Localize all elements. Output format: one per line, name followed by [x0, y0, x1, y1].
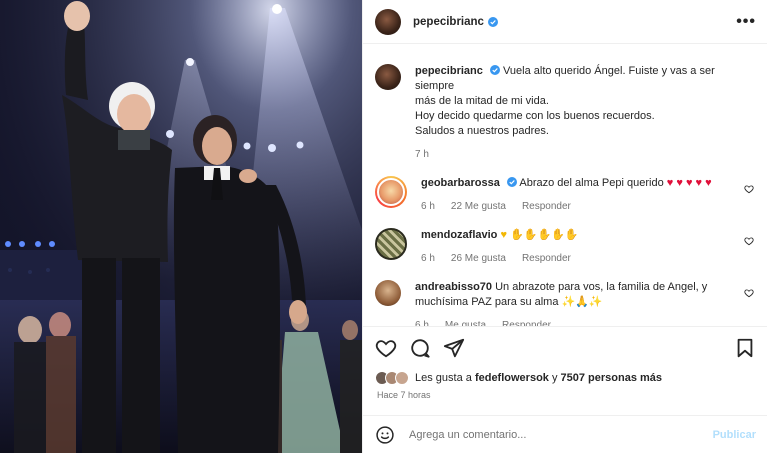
comment-body: andreabisso70 Un abrazote para vos, la f…: [415, 280, 755, 326]
verified-badge-icon: [487, 16, 498, 27]
commenter-avatar[interactable]: [375, 228, 407, 260]
bookmark-icon[interactable]: [734, 337, 756, 359]
verified-badge-icon: [506, 177, 517, 187]
comment-meta: 6 h Me gusta Responder: [415, 318, 755, 326]
comment-likes[interactable]: 22 Me gusta: [451, 199, 506, 214]
comment-likes[interactable]: Me gusta: [445, 318, 486, 326]
more-options-icon[interactable]: •••: [736, 13, 756, 31]
post-caption: pepecibrianc Vuela alto querido Ángel. F…: [375, 64, 756, 162]
comment-body: mendozaflavio ♥ ✋✋✋✋✋ 6 h 26 Me gusta Re…: [421, 228, 756, 266]
comment-item: andreabisso70 Un abrazote para vos, la f…: [375, 280, 756, 326]
comment-icon[interactable]: [409, 337, 431, 359]
publish-button[interactable]: Publicar: [713, 429, 756, 441]
comment-like-heart-icon[interactable]: [744, 236, 754, 246]
comment-time[interactable]: 6 h: [421, 199, 435, 214]
comment-item: geobarbarossa Abrazo del alma Pepi queri…: [375, 176, 756, 214]
post-timestamp[interactable]: Hace 7 horas: [377, 390, 431, 400]
caption-line: más de la mitad de mi vida.: [415, 95, 549, 107]
comment-text: Abrazo del alma Pepi querido: [519, 177, 664, 189]
author-username[interactable]: pepecibrianc: [413, 16, 484, 28]
caption-line: Hoy decido quedarme con los buenos recue…: [415, 110, 655, 122]
post-photo[interactable]: [0, 0, 362, 453]
reply-button[interactable]: Responder: [522, 251, 571, 266]
likes-summary[interactable]: Les gusta a fedeflowersok y 7507 persona…: [375, 370, 662, 386]
caption-line: Saludos a nuestros padres.: [415, 125, 549, 137]
comment-emoji: ✨🙏✨: [561, 296, 603, 308]
comments-list[interactable]: pepecibrianc Vuela alto querido Ángel. F…: [363, 44, 767, 326]
comment-input[interactable]: [409, 428, 713, 441]
commenter-avatar[interactable]: [375, 176, 407, 208]
commenter-avatar[interactable]: [375, 280, 401, 306]
likes-mid: y: [551, 372, 558, 384]
comment-meta: 6 h 22 Me gusta Responder: [421, 199, 756, 214]
caption-body: pepecibrianc Vuela alto querido Ángel. F…: [415, 64, 755, 162]
comment-username[interactable]: andreabisso70: [415, 281, 492, 293]
comment-username[interactable]: mendozaflavio: [421, 229, 497, 241]
caption-author-avatar[interactable]: [375, 64, 401, 90]
post-actions-bar: [363, 326, 767, 368]
likes-count[interactable]: 7507 personas más: [561, 372, 663, 384]
comment-meta: 6 h 26 Me gusta Responder: [421, 251, 756, 266]
comment-likes[interactable]: 26 Me gusta: [451, 251, 506, 266]
post-side-panel: pepecibrianc ••• pepecibrianc Vuela alto…: [362, 0, 767, 453]
likes-prefix: Les gusta a: [415, 372, 472, 384]
verified-badge-icon: [489, 65, 500, 75]
comment-item: mendozaflavio ♥ ✋✋✋✋✋ 6 h 26 Me gusta Re…: [375, 228, 756, 266]
comment-composer: Publicar: [363, 415, 767, 453]
caption-username[interactable]: pepecibrianc: [415, 65, 483, 77]
likes-user[interactable]: fedeflowersok: [475, 372, 549, 384]
share-icon[interactable]: [443, 337, 465, 359]
caption-meta: 7 h: [415, 147, 755, 162]
reply-button[interactable]: Responder: [522, 199, 571, 214]
comment-emoji: ♥ ♥ ♥ ♥ ♥: [666, 177, 712, 189]
comment-time[interactable]: 6 h: [415, 318, 429, 326]
comment-like-heart-icon[interactable]: [744, 184, 754, 194]
post-header: pepecibrianc •••: [363, 0, 767, 44]
liker-avatars: [375, 371, 409, 385]
reply-button[interactable]: Responder: [502, 318, 551, 326]
author-avatar[interactable]: [375, 8, 401, 35]
caption-time[interactable]: 7 h: [415, 147, 429, 162]
emoji-icon[interactable]: [375, 425, 395, 445]
heart-icon[interactable]: [375, 337, 397, 359]
comment-time[interactable]: 6 h: [421, 251, 435, 266]
stage-photo-illustration: [0, 0, 362, 453]
comment-like-heart-icon[interactable]: [744, 288, 754, 298]
comment-emoji: ♥ ✋✋✋✋✋: [500, 229, 579, 241]
comment-username[interactable]: geobarbarossa: [421, 177, 500, 189]
comment-body: geobarbarossa Abrazo del alma Pepi queri…: [421, 176, 756, 214]
